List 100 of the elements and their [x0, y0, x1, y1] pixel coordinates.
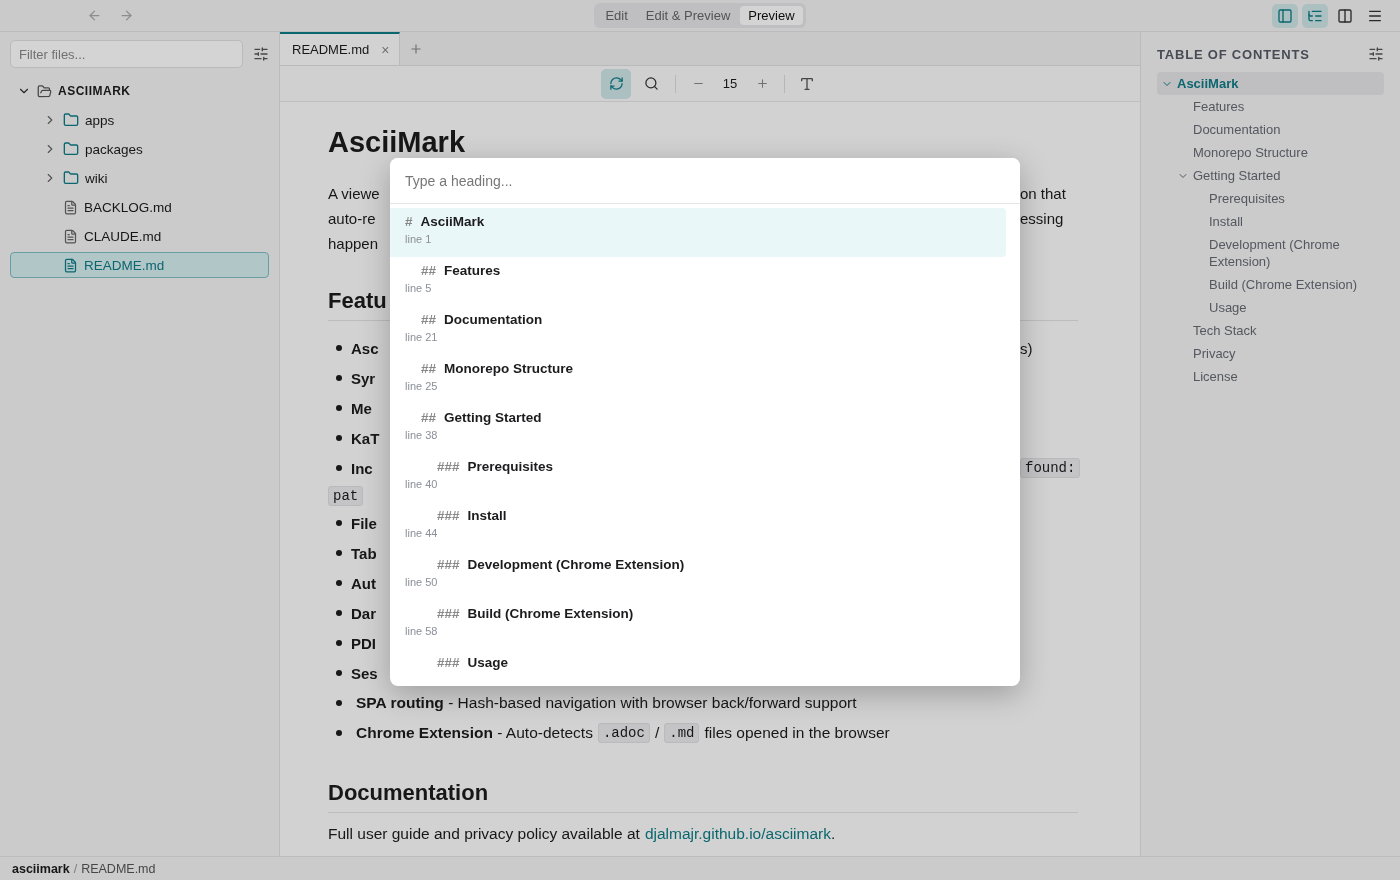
toc-item[interactable]: Features — [1157, 95, 1384, 118]
folder-icon — [63, 141, 79, 157]
inline-code: .md — [664, 723, 700, 743]
file-tree-item[interactable]: wiki — [10, 165, 269, 191]
search-icon — [643, 76, 659, 91]
bullet-icon — [336, 580, 342, 586]
toc-item[interactable]: Build (Chrome Extension) — [1157, 273, 1384, 296]
file-tree-item[interactable]: BACKLOG.md — [10, 194, 269, 220]
filter-settings-icon[interactable] — [253, 46, 269, 62]
toc-item[interactable]: Documentation — [1157, 118, 1384, 141]
inline-code: .adoc — [597, 723, 650, 743]
toc-item[interactable]: Tech Stack — [1157, 319, 1384, 342]
file-tree-item[interactable]: apps — [10, 107, 269, 133]
toc-item[interactable]: Getting Started — [1157, 164, 1384, 187]
heading-result[interactable]: # AsciiMark line 1 — [390, 208, 1006, 257]
heading-marker: ## — [421, 263, 437, 278]
text: essing — [1020, 210, 1064, 227]
line-number: line 38 — [405, 429, 439, 441]
text: s) — [1020, 339, 1033, 357]
bullet-icon — [336, 610, 342, 616]
text: Ses — [351, 664, 378, 682]
bullet-icon — [336, 345, 342, 351]
heading-marker: ## — [421, 410, 437, 425]
text: Asc — [351, 339, 379, 357]
toc-item[interactable]: Usage — [1157, 296, 1384, 319]
toc-settings-icon[interactable] — [1368, 46, 1384, 62]
sidebar-toggle-button[interactable] — [1272, 3, 1298, 28]
toc-item[interactable]: Privacy — [1157, 342, 1384, 365]
bullet-icon — [336, 550, 342, 556]
file-tree-item[interactable]: README.md — [10, 252, 269, 278]
bullet-icon — [336, 375, 342, 381]
text: Me — [351, 399, 372, 417]
split-view-icon — [1337, 7, 1353, 24]
line-number: line 58 — [405, 625, 439, 637]
bullet-icon — [336, 700, 342, 706]
filter-field[interactable]: Filter files... — [10, 40, 243, 68]
project-folder[interactable]: ASCIIMARK — [10, 78, 269, 104]
heading-result[interactable]: ## Monorepo Structure line 25 — [390, 355, 1006, 404]
text: files opened in the browser — [704, 724, 890, 742]
heading-title: Install — [467, 508, 507, 523]
bullet-icon — [336, 730, 342, 736]
view-mode-tab[interactable]: Edit & Preview — [637, 6, 739, 25]
section-heading: Documentation — [328, 780, 1078, 813]
toc-item[interactable]: AsciiMark — [1157, 72, 1384, 95]
view-mode-tab[interactable]: Edit — [597, 6, 636, 25]
file-tree-item[interactable]: CLAUDE.md — [10, 223, 269, 249]
status-separator: / — [73, 861, 78, 876]
heading-title: Usage — [467, 655, 509, 670]
text: / — [654, 724, 660, 742]
heading-result[interactable]: ### Usage — [390, 649, 1006, 686]
bullet-icon — [336, 520, 342, 526]
line-number: line 44 — [405, 527, 439, 539]
text: PDI — [351, 634, 376, 652]
text: . — [831, 825, 836, 843]
line-number: line 1 — [405, 233, 433, 245]
heading-result[interactable]: ## Getting Started line 38 — [390, 404, 1006, 453]
toc-toggle-button[interactable] — [1302, 3, 1328, 28]
toc-item[interactable]: License — [1157, 365, 1384, 388]
link[interactable]: djalmajr.github.io/asciimark — [644, 825, 831, 843]
heading-result[interactable]: ### Build (Chrome Extension) line 58 — [390, 600, 1006, 649]
heading-title: Prerequisites — [467, 459, 554, 474]
toc-item[interactable]: Development (Chrome Extension) — [1157, 233, 1384, 273]
toc-item[interactable]: Install — [1157, 210, 1384, 233]
folder-open-icon — [37, 83, 52, 99]
toc-item[interactable]: Prerequisites — [1157, 187, 1384, 210]
plus-icon — [409, 41, 424, 56]
text: SPA routing - Hash-based navigation with browser back/forward support — [356, 694, 857, 712]
heading-marker: ### — [437, 655, 460, 670]
heading-result[interactable]: ### Install line 44 — [390, 502, 1006, 551]
status-project: asciimark — [12, 861, 70, 876]
heading-result[interactable]: ### Development (Chrome Extension) line 50 — [390, 551, 1006, 600]
refresh-button[interactable] — [601, 68, 631, 99]
status-file: README.md — [81, 861, 156, 876]
line-number: line 25 — [405, 380, 439, 392]
inline-code: pat — [328, 485, 364, 506]
arrow-left-icon — [86, 8, 102, 23]
heading-marker: ## — [421, 361, 437, 376]
heading-result[interactable]: ### Prerequisites line 40 — [390, 453, 1006, 502]
text: Syr — [351, 369, 376, 387]
refresh-icon — [608, 76, 624, 91]
file-tree-item[interactable]: packages — [10, 136, 269, 162]
heading-marker: ### — [437, 557, 460, 572]
plus-icon — [755, 77, 769, 90]
text: A viewe — [328, 185, 380, 202]
heading-search-field[interactable]: Type a heading... — [390, 158, 1020, 204]
heading-title: Monorepo Structure — [444, 361, 574, 376]
line-number: line 21 — [405, 331, 439, 343]
text-icon — [799, 75, 815, 92]
toc-title: TABLE OF CONTENTS — [1157, 46, 1310, 62]
heading-title: AsciiMark — [420, 214, 485, 229]
bullet-icon — [336, 405, 342, 411]
bullet-icon — [336, 465, 342, 471]
heading-marker: # — [405, 214, 413, 229]
view-mode-tab[interactable]: Preview — [740, 6, 803, 25]
heading-title: Build (Chrome Extension) — [467, 606, 634, 621]
toc-item[interactable]: Monorepo Structure — [1157, 141, 1384, 164]
bullet-icon — [336, 670, 342, 676]
heading-marker: ### — [437, 606, 460, 621]
file-tab[interactable]: README.md × — [280, 32, 401, 65]
bullet-icon — [336, 640, 342, 646]
